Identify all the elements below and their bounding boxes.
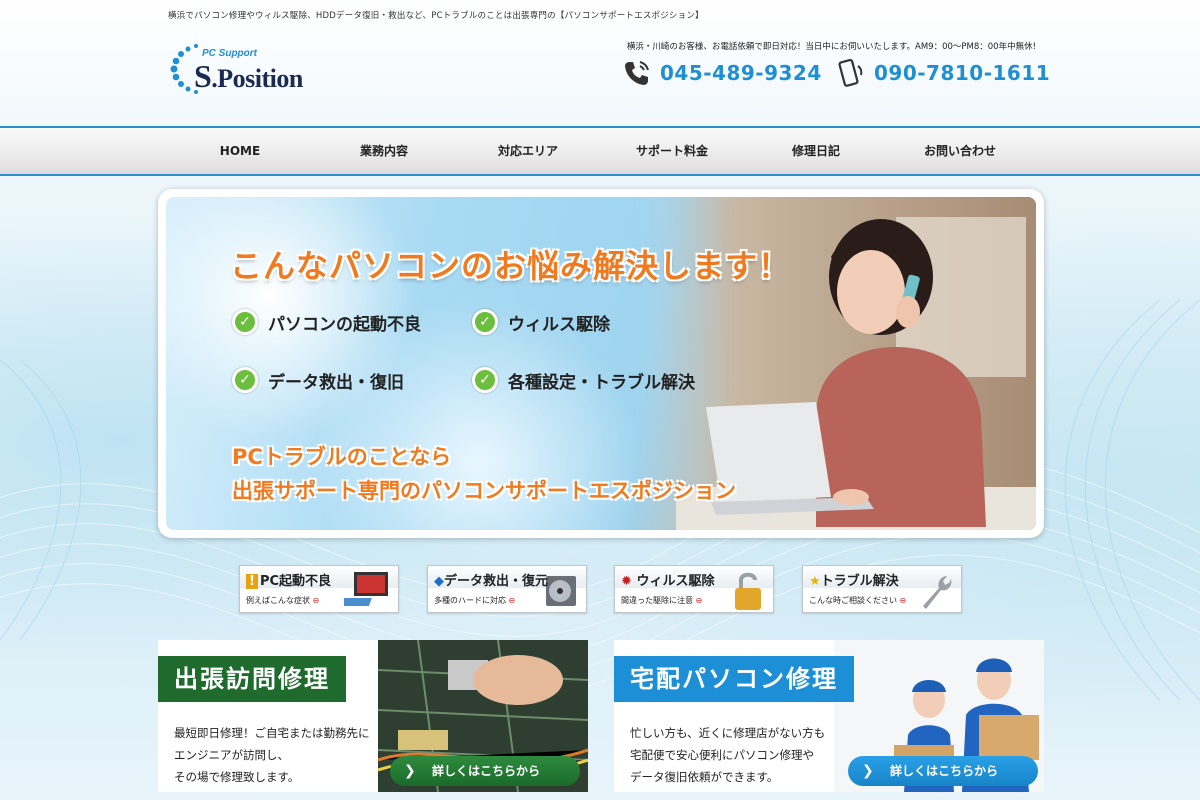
computer-icon — [344, 572, 388, 606]
phone-mobile-number: 090-7810-1611 — [874, 61, 1051, 85]
service-delivery-description: 忙しい方も、近くに修理店がない方も 宅配便で安心便利にパソコン修理や データ復旧… — [630, 722, 825, 788]
star-icon: ★ — [809, 574, 821, 589]
service-visit-repair: 出張訪問修理 最短即日修理！ご自宅または勤務先に エンジニアが訪問し、 その場で… — [158, 640, 588, 792]
mini-banner-subtitle-text: 例えばこんな症状 — [246, 596, 310, 605]
mini-banner-subtitle: 間違った駆除に注意 ⊖ — [621, 595, 702, 606]
mini-banner-title: ◆データ救出・復元 — [434, 570, 548, 589]
mini-banner-boot[interactable]: ! PC起動不良 例えばこんな症状 ⊖ — [239, 565, 399, 613]
service-delivery-heading: 宅配パソコン修理 — [614, 656, 854, 702]
nav-contact[interactable]: お問い合わせ — [888, 128, 1032, 174]
chevron-right-icon: ❯ — [404, 763, 416, 779]
phone-landline-number: 045-489-9324 — [660, 61, 822, 85]
service-delivery-line: 忙しい方も、近くに修理店がない方も — [630, 726, 826, 740]
service-delivery-line: データ復旧依頼ができます。 — [630, 770, 779, 784]
mini-banner-virus[interactable]: ✹ ウィルス駆除 間違った駆除に注意 ⊖ — [614, 565, 774, 613]
hero-check-label: 各種設定・トラブル解決 — [508, 372, 695, 393]
service-visit-heading: 出張訪問修理 — [158, 656, 346, 702]
arrow-icon: ⊖ — [508, 596, 516, 605]
mini-banner-title: ★トラブル解決 — [809, 570, 899, 589]
alert-icon: ! — [246, 574, 258, 589]
mini-banner-subtitle-text: こんな時ご相談ください — [809, 596, 897, 605]
mini-banner-subtitle: こんな時ご相談ください ⊖ — [809, 595, 906, 606]
service-delivery-line: 宅配便で安心便利にパソコン修理や — [630, 748, 814, 762]
mini-banner-title: ✹ ウィルス駆除 — [621, 570, 714, 589]
arrow-icon: ⊖ — [695, 596, 703, 605]
hero-banner: こんなパソコンのお悩み解決します！ ✓ パソコンの起動不良 ✓ ウィルス駆除 ✓… — [158, 189, 1044, 538]
contact-note: 横浜・川崎のお客様、お電話依頼で即日対応！当日中にお伺いいたします。AM9：00… — [626, 42, 1036, 52]
service-visit-details-button[interactable]: ❯ 詳しくはこちらから — [390, 756, 580, 786]
mobile-phone-icon — [838, 58, 863, 87]
service-visit-description: 最短即日修理！ご自宅または勤務先に エンジニアが訪問し、 その場で修理致します。 — [174, 722, 370, 788]
logo-wordmark: S.Position — [194, 58, 303, 95]
mini-banner-title: ! PC起動不良 — [246, 570, 331, 589]
logo-s: S — [194, 58, 212, 94]
mini-banner-title-text: データ救出・復元 — [444, 574, 549, 589]
arrow-icon: ⊖ — [899, 596, 907, 605]
nav-pricing[interactable]: サポート料金 — [600, 128, 744, 174]
site-logo[interactable]: PC Support S.Position — [166, 38, 303, 98]
phone-icon — [625, 61, 649, 85]
logo-position: .Position — [211, 64, 303, 93]
hero-check-data: ✓ データ救出・復旧 — [232, 367, 404, 393]
phone-mobile[interactable]: 090-7810-1611 — [836, 58, 1050, 88]
nav-diary[interactable]: 修理日記 — [744, 128, 888, 174]
service-delivery-repair: 宅配パソコン修理 忙しい方も、近くに修理店がない方も 宅配便で安心便利にパソコン… — [614, 640, 1044, 792]
site-tagline: 横浜でパソコン修理やウィルス駆除、HDDデータ復旧・救出など、PCトラブルのこと… — [168, 11, 704, 21]
diamond-icon: ◆ — [434, 574, 444, 589]
chevron-right-icon: ❯ — [862, 763, 874, 779]
arrow-icon: ⊖ — [312, 596, 320, 605]
hero-subtitle-1: PCトラブルのことなら — [232, 445, 452, 469]
main-nav: HOME 業務内容 対応エリア サポート料金 修理日記 お問い合わせ — [0, 126, 1200, 176]
hero-check-settings: ✓ 各種設定・トラブル解決 — [472, 367, 695, 393]
padlock-icon — [735, 572, 761, 610]
checkmark-icon: ✓ — [472, 309, 498, 335]
service-visit-line: 最短即日修理！ご自宅または勤務先に — [174, 726, 370, 740]
hero-check-label: ウィルス駆除 — [508, 314, 610, 335]
mini-banner-data[interactable]: ◆データ救出・復元 多種のハードに対応 ⊖ — [427, 565, 587, 613]
nav-home[interactable]: HOME — [168, 128, 312, 174]
checkmark-icon: ✓ — [232, 367, 258, 393]
button-label: 詳しくはこちらから — [432, 764, 541, 778]
mini-banner-subtitle-text: 間違った駆除に注意 — [621, 596, 693, 605]
mini-banner-title-text: ウィルス駆除 — [636, 574, 715, 589]
hero-check-label: データ救出・復旧 — [268, 372, 404, 393]
mini-banner-subtitle-text: 多種のハードに対応 — [434, 596, 506, 605]
hero-title: こんなパソコンのお悩み解決します！ — [230, 247, 792, 285]
hero-check-boot: ✓ パソコンの起動不良 — [232, 309, 421, 335]
phone-landline[interactable]: 045-489-9324 — [622, 58, 822, 88]
service-delivery-details-button[interactable]: ❯ 詳しくはこちらから — [848, 756, 1038, 786]
nav-area[interactable]: 対応エリア — [456, 128, 600, 174]
mini-banner-subtitle: 例えばこんな症状 ⊖ — [246, 595, 319, 606]
hero-check-virus: ✓ ウィルス駆除 — [472, 309, 610, 335]
service-visit-line: その場で修理致します。 — [174, 770, 300, 784]
wrench-icon — [923, 576, 952, 609]
mini-banner-subtitle: 多種のハードに対応 ⊖ — [434, 595, 515, 606]
service-visit-line: エンジニアが訪問し、 — [174, 748, 289, 762]
virus-icon: ✹ — [621, 574, 632, 589]
hero-subtitle-2: 出張サポート専門のパソコンサポートエスポジション — [232, 479, 736, 503]
checkmark-icon: ✓ — [232, 309, 258, 335]
button-label: 詳しくはこちらから — [890, 764, 999, 778]
nav-services[interactable]: 業務内容 — [312, 128, 456, 174]
hero-check-label: パソコンの起動不良 — [268, 314, 421, 335]
mini-banner-trouble[interactable]: ★トラブル解決 こんな時ご相談ください ⊖ — [802, 565, 962, 613]
checkmark-icon: ✓ — [472, 367, 498, 393]
mini-banner-title-text: トラブル解決 — [820, 574, 899, 589]
mini-banner-title-text: PC起動不良 — [259, 574, 332, 589]
